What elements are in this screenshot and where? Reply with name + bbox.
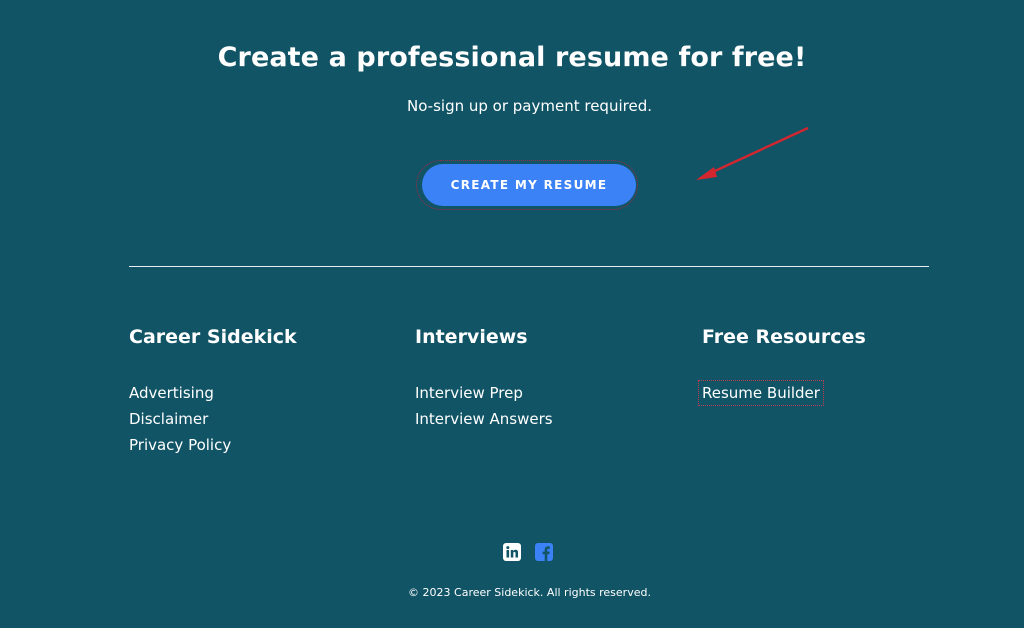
- footer-heading: Interviews: [415, 326, 528, 348]
- social-links: [503, 543, 553, 561]
- footer-link-advertising[interactable]: Advertising: [129, 384, 214, 402]
- linkedin-icon[interactable]: [503, 543, 521, 561]
- hero-title: Create a professional resume for free!: [217, 42, 807, 73]
- footer-column-free-resources: Free Resources Resume Builder: [698, 324, 972, 406]
- copyright-text: © 2023 Career Sidekick. All rights reser…: [408, 586, 651, 599]
- red-arrow-annotation: [696, 126, 809, 180]
- footer-column-career-sidekick: Career Sidekick Advertising Disclaimer P…: [129, 324, 399, 458]
- footer-link-interview-answers[interactable]: Interview Answers: [415, 410, 553, 428]
- footer-link-list: Advertising Disclaimer Privacy Policy: [129, 380, 399, 458]
- footer-divider: [129, 266, 929, 267]
- footer-heading: Career Sidekick: [129, 326, 297, 348]
- footer-link-interview-prep[interactable]: Interview Prep: [415, 384, 523, 402]
- footer-link-disclaimer[interactable]: Disclaimer: [129, 410, 208, 428]
- hero-subtitle: No-sign up or payment required.: [407, 97, 652, 115]
- footer-link-privacy-policy[interactable]: Privacy Policy: [129, 436, 231, 454]
- facebook-icon[interactable]: [535, 543, 553, 561]
- create-resume-button[interactable]: CREATE MY RESUME: [422, 164, 636, 206]
- footer-link-list: Resume Builder: [698, 380, 972, 406]
- footer-link-resume-builder[interactable]: Resume Builder: [698, 380, 824, 406]
- footer-link-list: Interview Prep Interview Answers: [415, 380, 685, 432]
- footer-column-interviews: Interviews Interview Prep Interview Answ…: [415, 324, 685, 432]
- footer-heading: Free Resources: [702, 326, 866, 348]
